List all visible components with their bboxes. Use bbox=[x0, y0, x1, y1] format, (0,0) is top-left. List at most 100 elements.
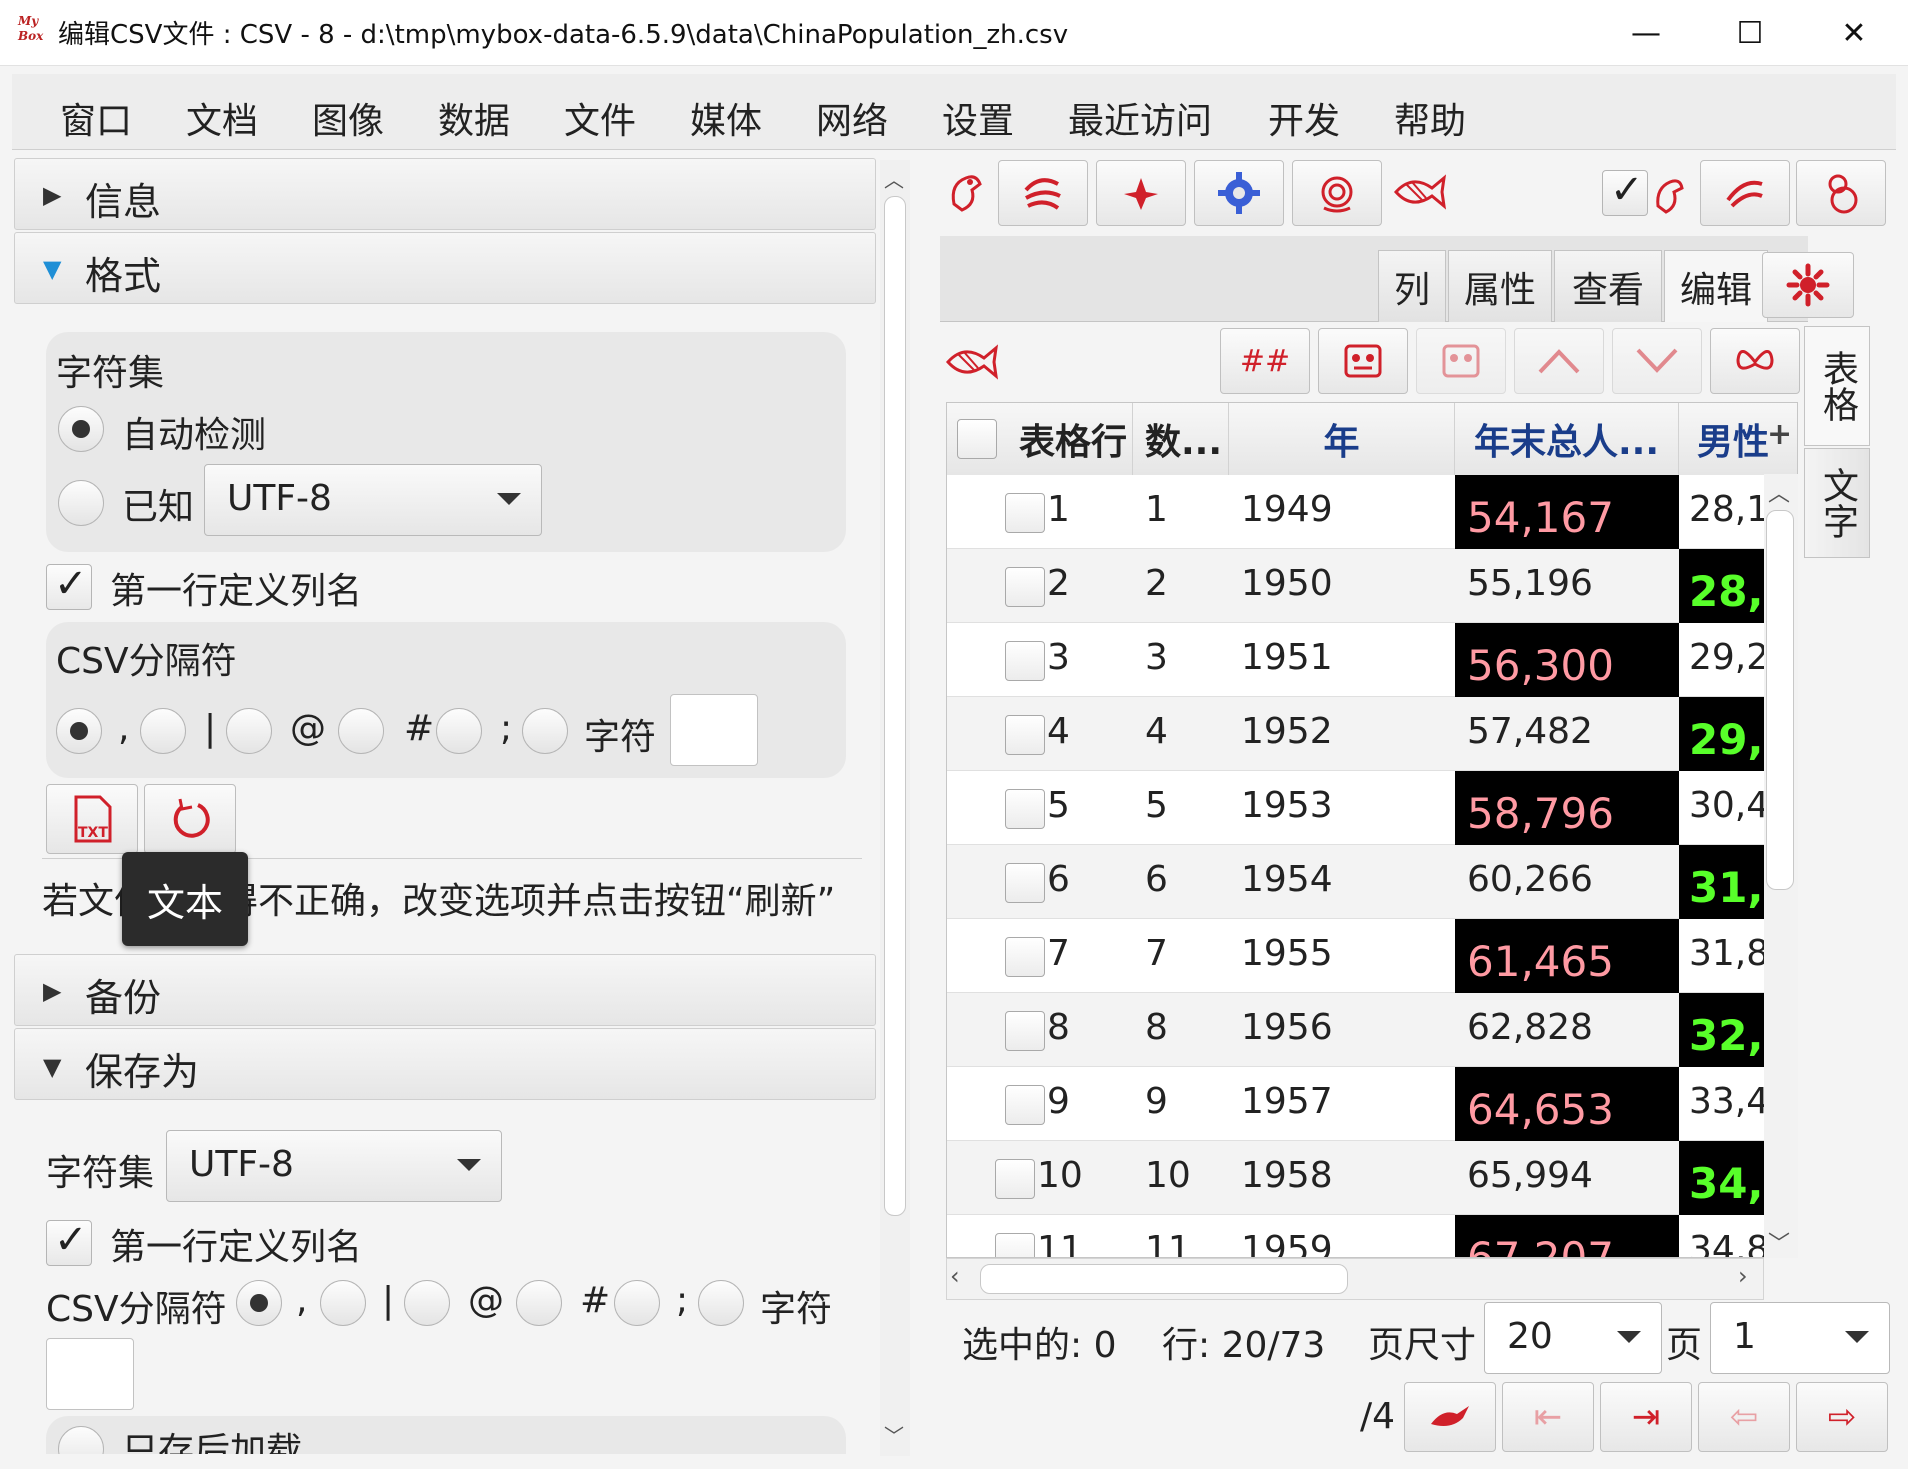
menu-data[interactable]: 数据 bbox=[438, 92, 510, 144]
known-charset-select[interactable]: UTF-8 bbox=[204, 464, 542, 536]
tab-attributes[interactable]: 属性 bbox=[1448, 250, 1552, 322]
total-population-cell[interactable]: 60,266 bbox=[1455, 845, 1679, 919]
year-cell[interactable]: 1953 bbox=[1229, 771, 1455, 845]
row-checkbox[interactable] bbox=[1005, 641, 1045, 681]
year-cell[interactable]: 1957 bbox=[1229, 1067, 1455, 1141]
delim-at-radio[interactable] bbox=[226, 708, 272, 754]
info-section-header[interactable]: ▶ 信息 bbox=[14, 158, 876, 230]
row-number-cell[interactable]: 11 bbox=[1035, 1215, 1125, 1257]
table-row[interactable]: 2 2 1950 55,196 28,( bbox=[947, 549, 1797, 623]
save-charset-select[interactable]: UTF-8 bbox=[166, 1130, 502, 1202]
menu-file[interactable]: 文件 bbox=[564, 92, 636, 144]
row-number-cell[interactable]: 7 bbox=[1045, 919, 1135, 993]
table-vertical-scroll-thumb[interactable] bbox=[1766, 510, 1794, 890]
row-number-button[interactable]: ## bbox=[1220, 328, 1310, 394]
data-number-cell[interactable]: 11 bbox=[1133, 1215, 1229, 1257]
tab-edit[interactable]: 编辑 bbox=[1664, 250, 1768, 322]
table-row[interactable]: 3 3 1951 56,300 29,2 bbox=[947, 623, 1797, 697]
gourd-button[interactable] bbox=[1796, 160, 1886, 226]
year-cell[interactable]: 1949 bbox=[1229, 475, 1455, 549]
menu-recent[interactable]: 最近访问 bbox=[1068, 92, 1212, 144]
save-delim-char-radio[interactable] bbox=[698, 1280, 744, 1326]
data-number-cell[interactable]: 9 bbox=[1133, 1067, 1229, 1141]
swirl-button[interactable] bbox=[998, 160, 1088, 226]
menu-media[interactable]: 媒体 bbox=[690, 92, 762, 144]
scroll-down-icon[interactable]: ﹀ bbox=[884, 1420, 904, 1449]
year-cell[interactable]: 1950 bbox=[1229, 549, 1455, 623]
close-button[interactable]: ✕ bbox=[1802, 0, 1906, 66]
format-section-header[interactable]: ▼ 格式 bbox=[14, 232, 876, 304]
previous-page-button[interactable]: ⇦ bbox=[1698, 1382, 1790, 1452]
tab-columns[interactable]: 列 bbox=[1378, 250, 1446, 322]
data-number-cell[interactable]: 1 bbox=[1133, 475, 1229, 549]
chrysanthemum-button[interactable] bbox=[1762, 252, 1854, 318]
save-delim-semicolon-radio[interactable] bbox=[614, 1280, 660, 1326]
total-population-cell[interactable]: 58,796 bbox=[1455, 771, 1679, 845]
add-column-icon[interactable]: + bbox=[1767, 417, 1792, 452]
table-horizontal-scroll-thumb[interactable] bbox=[980, 1264, 1348, 1294]
tab-table[interactable]: 表格 bbox=[1804, 326, 1870, 446]
left-panel-scroll-thumb[interactable] bbox=[884, 196, 906, 1216]
table-row[interactable]: 4 4 1952 57,482 29,8 bbox=[947, 697, 1797, 771]
year-cell[interactable]: 1959 bbox=[1229, 1215, 1455, 1257]
table-row[interactable]: 7 7 1955 61,465 31,8 bbox=[947, 919, 1797, 993]
year-cell[interactable]: 1958 bbox=[1229, 1141, 1455, 1215]
menu-document[interactable]: 文档 bbox=[186, 92, 258, 144]
total-population-cell[interactable]: 65,994 bbox=[1455, 1141, 1679, 1215]
row-number-cell[interactable]: 10 bbox=[1035, 1141, 1125, 1215]
year-cell[interactable]: 1955 bbox=[1229, 919, 1455, 993]
scroll-left-icon[interactable]: ‹ bbox=[950, 1262, 960, 1290]
delim-char-input[interactable] bbox=[670, 694, 758, 766]
year-cell[interactable]: 1956 bbox=[1229, 993, 1455, 1067]
save-delim-char-input[interactable] bbox=[46, 1338, 134, 1410]
scroll-up-icon[interactable]: ︿ bbox=[884, 164, 904, 193]
row-number-cell[interactable]: 4 bbox=[1045, 697, 1135, 771]
row-number-cell[interactable]: 8 bbox=[1045, 993, 1135, 1067]
year-cell[interactable]: 1954 bbox=[1229, 845, 1455, 919]
menu-image[interactable]: 图像 bbox=[312, 92, 384, 144]
scroll-right-icon[interactable]: › bbox=[1738, 1262, 1748, 1290]
table-row[interactable]: 8 8 1956 62,828 32,5 bbox=[947, 993, 1797, 1067]
delim-hash-radio[interactable] bbox=[338, 708, 384, 754]
save-delim-comma-radio[interactable] bbox=[236, 1280, 282, 1326]
header-year[interactable]: 年 bbox=[1229, 403, 1455, 475]
data-number-cell[interactable]: 7 bbox=[1133, 919, 1229, 993]
tab-text[interactable]: 文字 bbox=[1804, 448, 1870, 558]
row-number-cell[interactable]: 1 bbox=[1045, 475, 1135, 549]
tab-view[interactable]: 查看 bbox=[1554, 250, 1662, 322]
settings-button[interactable] bbox=[1194, 160, 1284, 226]
table-row[interactable]: 9 9 1957 64,653 33,4 bbox=[947, 1067, 1797, 1141]
goto-page-button[interactable] bbox=[1404, 1382, 1496, 1452]
data-number-cell[interactable]: 8 bbox=[1133, 993, 1229, 1067]
move-down-button[interactable] bbox=[1612, 328, 1702, 394]
total-population-cell[interactable]: 57,482 bbox=[1455, 697, 1679, 771]
page-size-select[interactable]: 20 bbox=[1484, 1302, 1662, 1374]
butterfly-button[interactable] bbox=[1710, 328, 1800, 394]
row-number-cell[interactable]: 6 bbox=[1045, 845, 1135, 919]
row-checkbox[interactable] bbox=[1005, 1011, 1045, 1051]
year-cell[interactable]: 1951 bbox=[1229, 623, 1455, 697]
delim-semicolon-radio[interactable] bbox=[436, 708, 482, 754]
refresh-button[interactable] bbox=[144, 784, 236, 854]
menu-settings[interactable]: 设置 bbox=[942, 92, 1014, 144]
total-population-cell[interactable]: 64,653 bbox=[1455, 1067, 1679, 1141]
total-population-cell[interactable]: 67,207 bbox=[1455, 1215, 1679, 1257]
row-checkbox[interactable] bbox=[1005, 567, 1045, 607]
menu-help[interactable]: 帮助 bbox=[1394, 92, 1466, 144]
year-cell[interactable]: 1952 bbox=[1229, 697, 1455, 771]
minimize-button[interactable]: — bbox=[1594, 0, 1698, 66]
delim-comma-radio[interactable] bbox=[56, 708, 102, 754]
maximize-button[interactable]: ☐ bbox=[1698, 0, 1802, 66]
total-population-cell[interactable]: 54,167 bbox=[1455, 475, 1679, 549]
menu-window[interactable]: 窗口 bbox=[60, 92, 132, 144]
menu-network[interactable]: 网络 bbox=[816, 92, 888, 144]
save-delim-at-radio[interactable] bbox=[404, 1280, 450, 1326]
row-checkbox[interactable] bbox=[995, 1159, 1035, 1199]
page-select[interactable]: 1 bbox=[1710, 1302, 1890, 1374]
row-checkbox[interactable] bbox=[1005, 1085, 1045, 1125]
table-row[interactable]: 1 1 1949 54,167 28,1 bbox=[947, 475, 1797, 549]
row-checkbox[interactable] bbox=[995, 1233, 1035, 1257]
data-number-cell[interactable]: 2 bbox=[1133, 549, 1229, 623]
data-number-cell[interactable]: 6 bbox=[1133, 845, 1229, 919]
header-total-population[interactable]: 年末总人... bbox=[1455, 403, 1679, 475]
